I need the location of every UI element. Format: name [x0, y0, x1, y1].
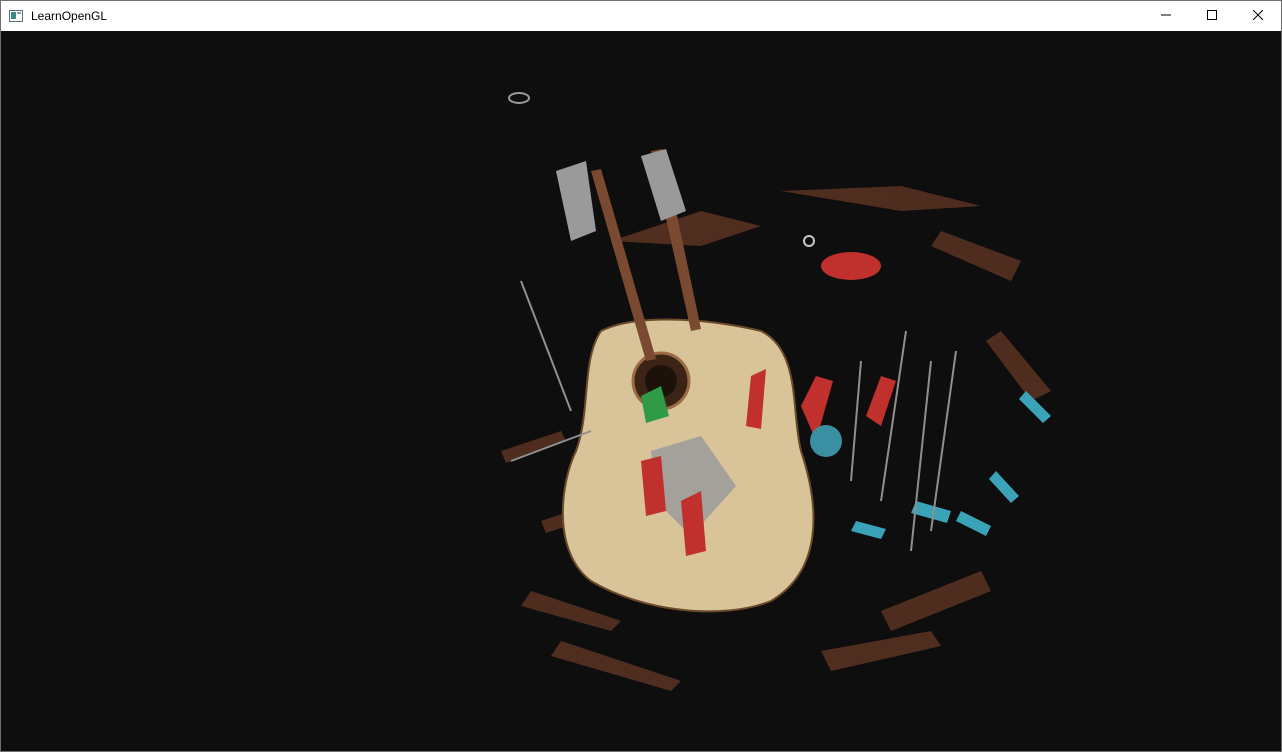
title-bar[interactable]: LearnOpenGL — [1, 1, 1281, 31]
minimize-icon — [1161, 7, 1171, 25]
close-button[interactable] — [1235, 1, 1281, 31]
app-window: LearnOpenGL — [0, 0, 1282, 752]
window-title: LearnOpenGL — [31, 9, 108, 23]
rendered-3d-scene — [1, 31, 1281, 751]
window-app-icon — [9, 9, 23, 22]
maximize-icon — [1207, 7, 1217, 25]
close-icon — [1252, 7, 1264, 25]
maximize-button[interactable] — [1189, 1, 1235, 31]
opengl-viewport[interactable] — [1, 31, 1281, 751]
minimize-button[interactable] — [1143, 1, 1189, 31]
